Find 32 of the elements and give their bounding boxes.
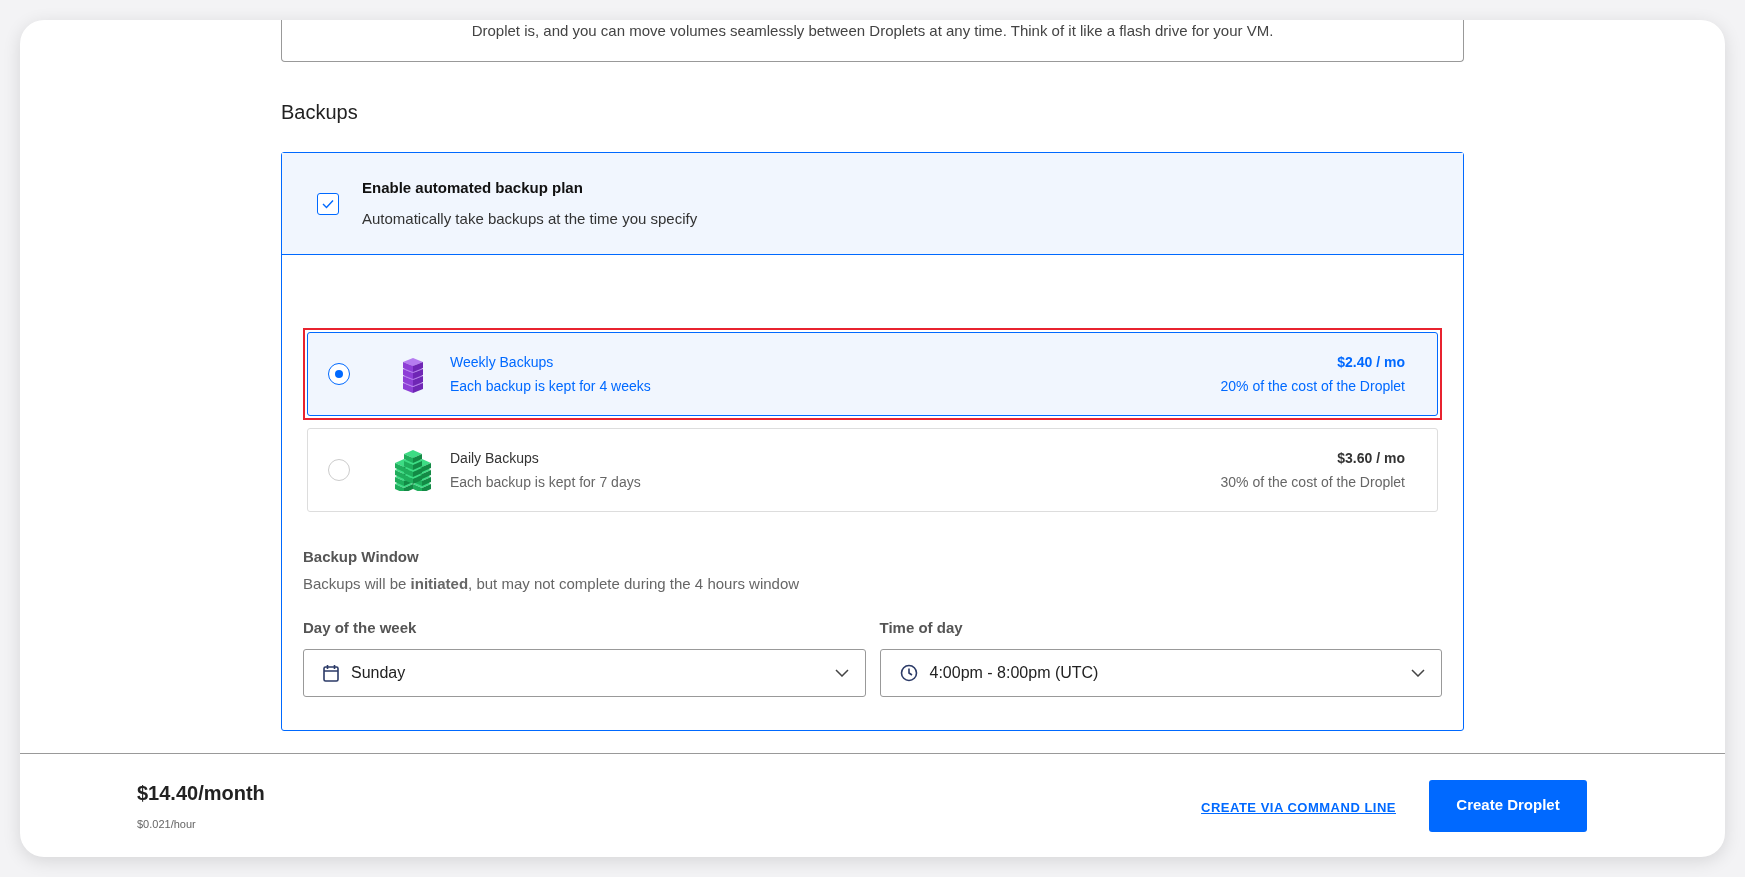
create-droplet-button[interactable]: Create Droplet	[1429, 779, 1587, 832]
plan-cost-share: 30% of the cost of the Droplet	[1220, 472, 1405, 492]
option-description: Automatically take backups at the time you specify	[362, 208, 698, 229]
window-title: Backup Window	[303, 547, 420, 567]
command-line-link[interactable]: CREATE VIA COMMAND LINE	[1201, 797, 1396, 818]
plan-option[interactable]: Weekly Backups Each backup is kept for 4 weeks $2.40 / mo 20% of the cost of the Droplet	[307, 332, 1438, 416]
check-icon	[322, 198, 334, 209]
window-note: Backups will be initiated, but may not complete during the 4 hours window	[303, 573, 801, 594]
plan-name: Daily Backups	[450, 448, 540, 468]
info-text: Droplet is, and you can move volumes seamlessly between Droplets at any time. Think of it like a flash drive for your VM.	[471, 22, 1274, 39]
plan-price: $3.60 / mo	[1336, 448, 1405, 468]
monthly-price: $14.40/month	[137, 781, 266, 807]
section-title: Backups	[281, 100, 359, 125]
hourly-price: $0.021/hour	[137, 817, 197, 833]
radio-button[interactable]	[328, 363, 350, 385]
plan-description: Each backup is kept for 4 weeks	[450, 376, 652, 396]
chevron-down-icon	[1411, 668, 1425, 677]
option-title: Enable automated backup plan	[362, 178, 584, 198]
field-label: Time of day	[879, 618, 964, 638]
plan-price: $2.40 / mo	[1336, 352, 1405, 372]
plan-option[interactable]: Daily Backups Each backup is kept for 7 days $3.60 / mo 30% of the cost of the Droplet	[307, 428, 1438, 512]
plan-cost-share: 20% of the cost of the Droplet	[1220, 376, 1405, 396]
stacked-cubes-icon	[393, 449, 433, 491]
dropdown-field[interactable]: 4:00pm - 8:00pm (UTC)	[879, 648, 1442, 697]
plan-description: Each backup is kept for 7 days	[450, 472, 642, 492]
plan-name: Weekly Backups	[450, 352, 555, 372]
clock-icon	[899, 663, 918, 682]
field-label: Day of the week	[303, 618, 418, 638]
checkbox[interactable]	[317, 192, 339, 215]
calendar-icon	[323, 663, 339, 682]
chevron-down-icon	[834, 668, 849, 677]
dropdown-field[interactable]: Sunday	[303, 648, 866, 697]
